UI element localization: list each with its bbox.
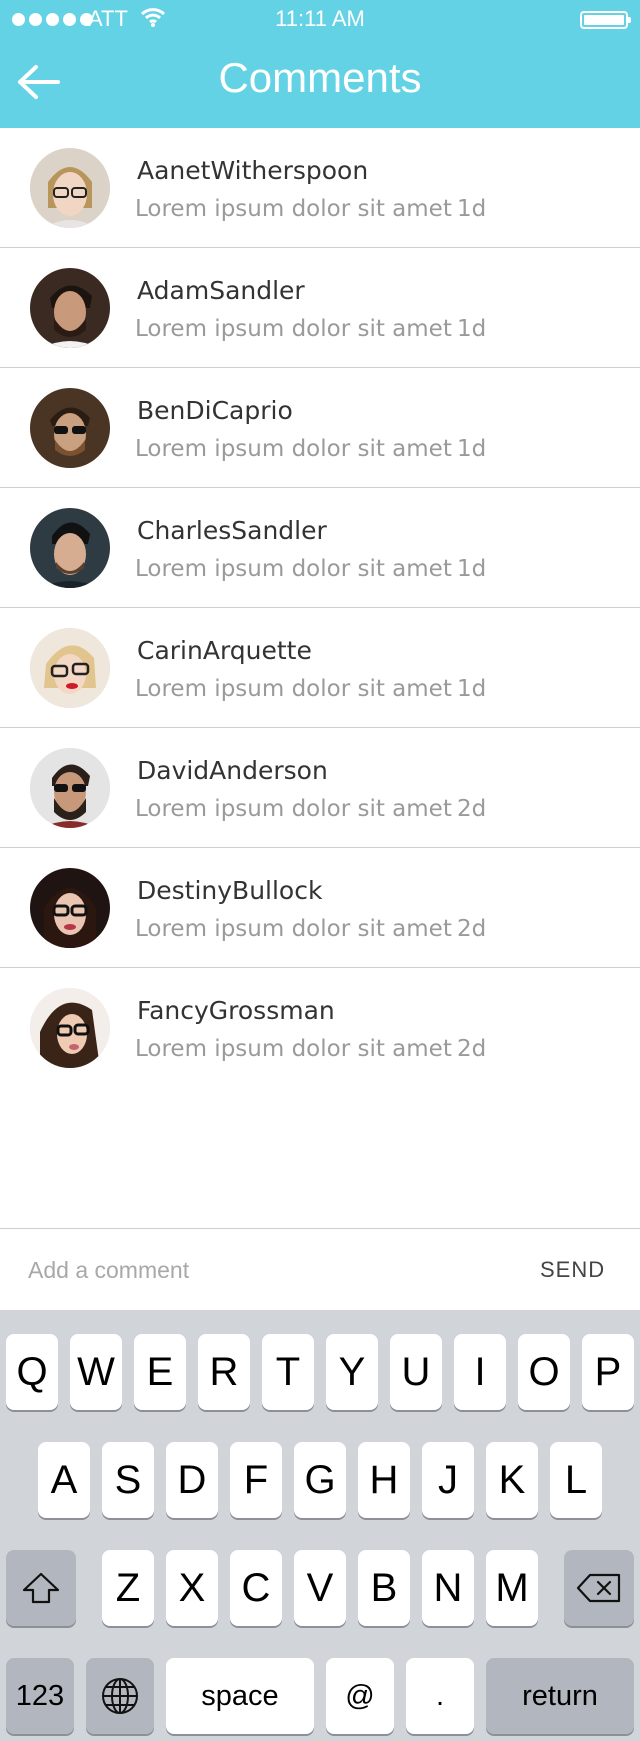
list-item[interactable]: AdamSandler Lorem ipsum dolor sit amet 1… — [0, 248, 640, 368]
return-key[interactable]: return — [486, 1658, 634, 1734]
comment-age: 1d — [457, 436, 487, 462]
comment-age: 1d — [457, 676, 487, 702]
space-key[interactable]: space — [166, 1658, 314, 1734]
numbers-key[interactable]: 123 — [6, 1658, 74, 1734]
avatar[interactable] — [30, 388, 110, 468]
shift-icon — [22, 1572, 60, 1604]
comment-age: 2d — [457, 796, 487, 822]
list-item[interactable]: DestinyBullock Lorem ipsum dolor sit ame… — [0, 848, 640, 968]
globe-icon — [102, 1678, 138, 1714]
list-item[interactable]: FancyGrossman Lorem ipsum dolor sit amet… — [0, 968, 640, 1088]
comment-age: 2d — [457, 1036, 487, 1062]
comment-author: CharlesSandler — [137, 516, 327, 545]
comment-list: AanetWitherspoon Lorem ipsum dolor sit a… — [0, 128, 640, 1088]
list-item[interactable]: AanetWitherspoon Lorem ipsum dolor sit a… — [0, 128, 640, 248]
key-t[interactable]: T — [262, 1334, 314, 1410]
key-u[interactable]: U — [390, 1334, 442, 1410]
send-button[interactable]: SEND — [540, 1257, 605, 1283]
key-b[interactable]: B — [358, 1550, 410, 1626]
comment-author: DavidAnderson — [137, 756, 328, 785]
key-z[interactable]: Z — [102, 1550, 154, 1626]
comment-author: BenDiCaprio — [137, 396, 293, 425]
avatar[interactable] — [30, 148, 110, 228]
key-k[interactable]: K — [486, 1442, 538, 1518]
comment-author: AdamSandler — [137, 276, 305, 305]
comment-text: Lorem ipsum dolor sit amet — [135, 556, 452, 582]
avatar[interactable] — [30, 988, 110, 1068]
status-time: 11:11 AM — [275, 6, 365, 31]
comment-age: 1d — [457, 196, 487, 222]
comment-text: Lorem ipsum dolor sit amet — [135, 796, 452, 822]
avatar[interactable] — [30, 748, 110, 828]
battery-icon — [580, 11, 631, 29]
key-g[interactable]: G — [294, 1442, 346, 1518]
key-l[interactable]: L — [550, 1442, 602, 1518]
key-n[interactable]: N — [422, 1550, 474, 1626]
key-j[interactable]: J — [422, 1442, 474, 1518]
comment-author: FancyGrossman — [137, 996, 335, 1025]
comment-author: AanetWitherspoon — [137, 156, 369, 185]
comment-text: Lorem ipsum dolor sit amet — [135, 1036, 452, 1062]
key-s[interactable]: S — [102, 1442, 154, 1518]
avatar[interactable] — [30, 868, 110, 948]
list-item[interactable]: BenDiCaprio Lorem ipsum dolor sit amet 1… — [0, 368, 640, 488]
globe-key[interactable] — [86, 1658, 154, 1734]
key-d[interactable]: D — [166, 1442, 218, 1518]
key-q[interactable]: Q — [6, 1334, 58, 1410]
comment-text: Lorem ipsum dolor sit amet — [135, 676, 452, 702]
comment-composer: SEND — [0, 1228, 640, 1310]
page-title: Comments — [218, 54, 422, 101]
key-p[interactable]: P — [582, 1334, 634, 1410]
key-v[interactable]: V — [294, 1550, 346, 1626]
status-bar: ATT 11:11 AM — [0, 0, 640, 40]
list-item[interactable]: CharlesSandler Lorem ipsum dolor sit ame… — [0, 488, 640, 608]
avatar[interactable] — [30, 268, 110, 348]
avatar[interactable] — [30, 508, 110, 588]
list-item[interactable]: DavidAnderson Lorem ipsum dolor sit amet… — [0, 728, 640, 848]
key-h[interactable]: H — [358, 1442, 410, 1518]
period-key[interactable]: . — [406, 1658, 474, 1734]
key-f[interactable]: F — [230, 1442, 282, 1518]
comment-text: Lorem ipsum dolor sit amet — [135, 916, 452, 942]
backspace-icon — [576, 1573, 621, 1603]
key-r[interactable]: R — [198, 1334, 250, 1410]
keyboard: Q W E R T Y U I O P A S D F G H J K L Z … — [0, 1310, 640, 1741]
comment-text: Lorem ipsum dolor sit amet — [135, 196, 452, 222]
key-w[interactable]: W — [70, 1334, 122, 1410]
comment-text: Lorem ipsum dolor sit amet — [135, 316, 452, 342]
key-y[interactable]: Y — [326, 1334, 378, 1410]
key-x[interactable]: X — [166, 1550, 218, 1626]
backspace-key[interactable] — [564, 1550, 634, 1626]
comment-age: 2d — [457, 916, 487, 942]
comment-input[interactable] — [28, 1249, 508, 1291]
key-c[interactable]: C — [230, 1550, 282, 1626]
comment-text: Lorem ipsum dolor sit amet — [135, 436, 452, 462]
comment-author: CarinArquette — [137, 636, 312, 665]
key-o[interactable]: O — [518, 1334, 570, 1410]
avatar[interactable] — [30, 628, 110, 708]
key-e[interactable]: E — [134, 1334, 186, 1410]
key-a[interactable]: A — [38, 1442, 90, 1518]
comment-author: DestinyBullock — [137, 876, 323, 905]
shift-key[interactable] — [6, 1550, 76, 1626]
comment-age: 1d — [457, 556, 487, 582]
list-item[interactable]: CarinArquette Lorem ipsum dolor sit amet… — [0, 608, 640, 728]
header-bar: ATT 11:11 AM Comments — [0, 0, 640, 128]
comment-age: 1d — [457, 316, 487, 342]
key-i[interactable]: I — [454, 1334, 506, 1410]
at-key[interactable]: @ — [326, 1658, 394, 1734]
key-m[interactable]: M — [486, 1550, 538, 1626]
